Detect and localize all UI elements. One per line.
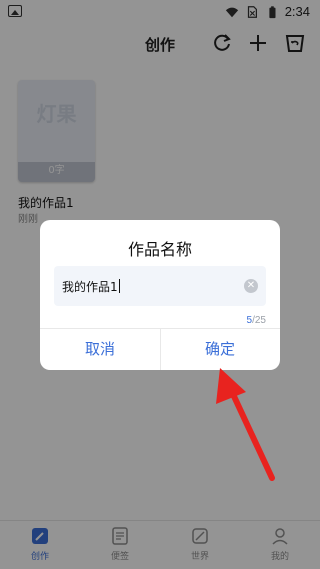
- name-dialog: 作品名称 我的作品1 ✕ 5/25 取消 确定: [40, 220, 280, 370]
- counter-max: /25: [252, 315, 266, 326]
- char-counter: 5/25: [247, 315, 266, 326]
- clear-icon[interactable]: ✕: [244, 279, 258, 293]
- confirm-button[interactable]: 确定: [160, 328, 280, 370]
- input-value: 我的作品1: [62, 280, 118, 294]
- dialog-title: 作品名称: [127, 240, 192, 259]
- cancel-button[interactable]: 取消: [40, 328, 160, 370]
- text-caret: [118, 279, 120, 293]
- work-name-input[interactable]: 我的作品1 ✕: [54, 266, 266, 306]
